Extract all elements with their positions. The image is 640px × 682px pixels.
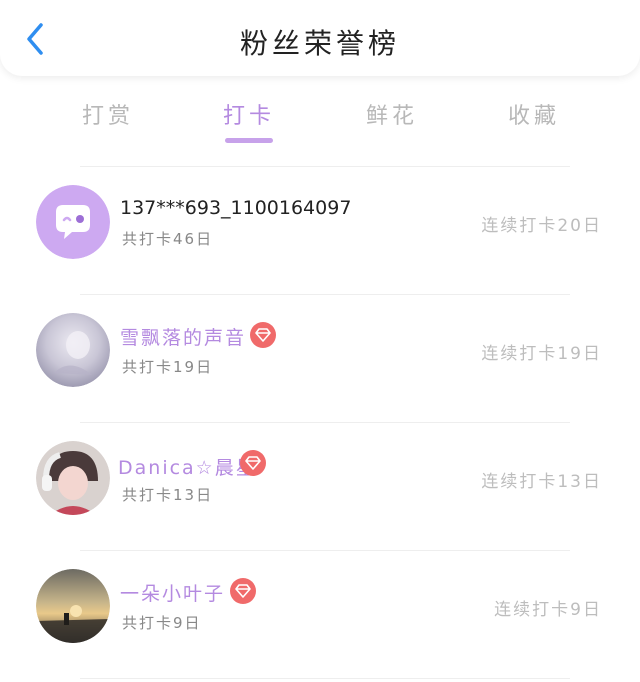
total-checkins: 共打卡9日	[122, 614, 202, 632]
tab-favorites[interactable]: 收藏	[474, 98, 594, 130]
streak-days: 连续打卡9日	[494, 600, 602, 620]
streak-days: 连续打卡20日	[481, 216, 602, 236]
tab-reward[interactable]: 打赏	[48, 98, 168, 130]
list-item[interactable]: 137***693_1100164097 共打卡46日 连续打卡20日	[0, 166, 640, 294]
total-checkins: 共打卡19日	[122, 358, 214, 376]
default-chat-avatar	[36, 185, 110, 259]
page-title: 粉丝荣誉榜	[239, 27, 400, 60]
username: 一朵小叶子	[120, 583, 226, 605]
diamond-badge-icon	[230, 578, 256, 604]
user-photo-avatar	[36, 569, 110, 643]
user-photo-avatar	[36, 313, 110, 387]
username: Danica☆晨星	[118, 457, 257, 479]
diamond-badge-icon	[250, 322, 276, 348]
tab-checkin[interactable]: 打卡	[189, 98, 309, 130]
app-header: 粉丝荣誉榜	[0, 0, 640, 76]
username: 137***693_1100164097	[120, 197, 352, 219]
username: 雪飘落的声音	[120, 327, 247, 349]
active-tab-indicator	[225, 138, 273, 143]
user-photo-avatar	[36, 441, 110, 515]
list-item[interactable]: 一朵小叶子 共打卡9日 连续打卡9日	[0, 550, 640, 678]
streak-days: 连续打卡13日	[481, 472, 602, 492]
tab-bar: 打赏 打卡 鲜花 收藏	[0, 92, 640, 148]
divider	[80, 678, 570, 679]
tab-flowers[interactable]: 鲜花	[332, 98, 452, 130]
total-checkins: 共打卡13日	[122, 486, 214, 504]
list-item[interactable]: 雪飘落的声音 共打卡19日 连续打卡19日	[0, 294, 640, 422]
total-checkins: 共打卡46日	[122, 230, 214, 248]
diamond-badge-icon	[240, 450, 266, 476]
list-item[interactable]: Danica☆晨星 共打卡13日 连续打卡13日	[0, 422, 640, 550]
streak-days: 连续打卡19日	[481, 344, 602, 364]
